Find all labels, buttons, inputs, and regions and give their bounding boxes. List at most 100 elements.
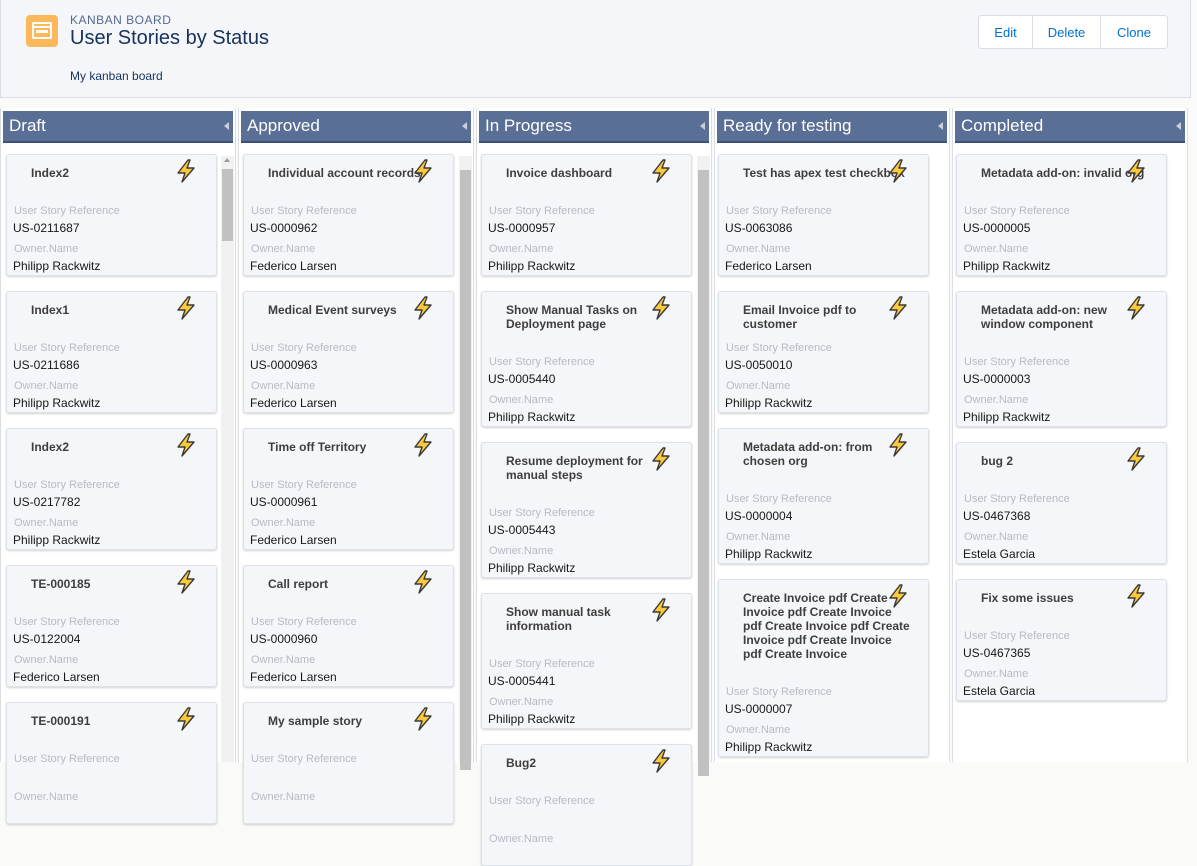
story-card[interactable]: Metadata add-on: new window component Use… [956,291,1167,427]
story-card[interactable]: Index2 User Story Reference US-0217782 Owne… [6,428,217,550]
lightning-bolt-icon[interactable] [1123,158,1149,184]
column-scrollbar[interactable] [459,156,472,770]
collapse-arrow-icon[interactable] [224,122,229,130]
column-approved: Approved Individual account records User S… [238,108,474,824]
lightning-bolt-icon[interactable] [173,158,199,184]
collapse-arrow-icon[interactable] [1176,122,1181,130]
lightning-bolt-icon[interactable] [1123,295,1149,321]
reference-label: User Story Reference [14,616,120,628]
owner-label: Owner.Name [964,668,1029,680]
story-card[interactable]: Call report User Story Reference US-000096… [243,565,454,687]
column-header[interactable]: Draft [3,111,233,143]
column-scrollbar[interactable] [221,156,234,762]
story-card[interactable]: Invoice dashboard User Story Reference US-… [481,154,692,276]
story-card[interactable]: Metadata add-on: invalid org User Story R… [956,154,1167,276]
delete-button[interactable]: Delete [1033,16,1101,48]
story-card[interactable]: Show manual task information User Story R… [481,593,692,729]
lightning-bolt-icon[interactable] [1123,583,1149,609]
column-header[interactable]: In Progress [479,111,709,143]
story-card[interactable]: Show Manual Tasks on Deployment page User… [481,291,692,427]
column-header[interactable]: Approved [241,111,471,143]
owner-value: Federico Larsen [250,259,337,273]
reference-label: User Story Reference [251,479,357,491]
story-card[interactable]: Index1 User Story Reference US-0211686 Owne… [6,291,217,413]
reference-value: US-0217782 [13,495,81,509]
owner-value: Federico Larsen [250,396,337,410]
lightning-bolt-icon[interactable] [410,432,436,458]
lightning-bolt-icon[interactable] [173,706,199,732]
reference-value: US-0467368 [963,509,1031,523]
story-card[interactable]: Individual account records User Story Ref… [243,154,454,276]
story-card[interactable]: Medical Event surveys User Story Referenc… [243,291,454,413]
scrollbar-thumb[interactable] [460,170,471,770]
owner-label: Owner.Name [489,243,554,255]
owner-value: Philipp Rackwitz [488,259,576,273]
lightning-bolt-icon[interactable] [410,569,436,595]
lightning-bolt-icon[interactable] [173,569,199,595]
story-card[interactable]: TE-000185 User Story Reference US-0122004 O… [6,565,217,687]
lightning-bolt-icon[interactable] [410,158,436,184]
story-card[interactable]: TE-000191 User Story Reference Owner.Name [6,702,217,824]
story-card[interactable]: Time off Territory User Story Reference US… [243,428,454,550]
column-scrollbar[interactable] [697,156,710,776]
collapse-arrow-icon[interactable] [938,122,943,130]
reference-value: US-0050010 [725,358,793,372]
owner-label: Owner.Name [14,243,79,255]
lightning-bolt-icon[interactable] [410,706,436,732]
reference-value: US-0000004 [725,509,793,523]
reference-value: US-0000007 [725,702,793,716]
column-header[interactable]: Completed [955,111,1185,143]
lightning-bolt-icon[interactable] [173,295,199,321]
story-card[interactable]: Email Invoice pdf to customer User Story … [718,291,929,413]
edit-button[interactable]: Edit [979,16,1033,48]
reference-value: US-0122004 [13,632,81,646]
page-header: KANBAN BOARD User Stories by Status My k… [0,0,1191,98]
column-header[interactable]: Ready for testing [717,111,947,143]
owner-label: Owner.Name [14,654,79,666]
reference-label: User Story Reference [14,205,120,217]
kanban-board-icon [26,15,58,47]
story-card[interactable]: Index2 User Story Reference US-0211687 Owne… [6,154,217,276]
column-in-progress: In Progress Invoice dashboard User Story R… [476,108,712,866]
reference-label: User Story Reference [489,507,595,519]
lightning-bolt-icon[interactable] [885,295,911,321]
lightning-bolt-icon[interactable] [885,583,911,609]
lightning-bolt-icon[interactable] [173,432,199,458]
scroll-up-arrow-icon[interactable] [224,158,230,162]
reference-label: User Story Reference [964,493,1070,505]
lightning-bolt-icon[interactable] [648,446,674,472]
reference-label: User Story Reference [726,686,832,698]
lightning-bolt-icon[interactable] [648,295,674,321]
reference-value: US-0005443 [488,523,556,537]
reference-value: US-0000963 [250,358,318,372]
story-card[interactable]: Create Invoice pdf Create Invoice pdf Cr… [718,579,929,757]
lightning-bolt-icon[interactable] [648,597,674,623]
lightning-bolt-icon[interactable] [648,158,674,184]
column-completed: Completed Metadata add-on: invalid org Use… [952,108,1188,762]
reference-label: User Story Reference [251,753,357,765]
clone-button[interactable]: Clone [1101,16,1167,48]
story-card[interactable]: Resume deployment for manual steps User S… [481,442,692,578]
scrollbar-thumb[interactable] [698,170,709,776]
reference-label: User Story Reference [251,205,357,217]
collapse-arrow-icon[interactable] [700,122,705,130]
lightning-bolt-icon[interactable] [885,432,911,458]
story-card[interactable]: Bug2 User Story Reference Owner.Name [481,744,692,866]
lightning-bolt-icon[interactable] [885,158,911,184]
reference-value: US-0005440 [488,372,556,386]
story-card[interactable]: bug 2 User Story Reference US-0467368 Owner… [956,442,1167,564]
story-card[interactable]: My sample story User Story Reference Owner… [243,702,454,824]
reference-value: US-0000960 [250,632,318,646]
story-card[interactable]: Fix some issues User Story Reference US-04… [956,579,1167,701]
scrollbar-thumb[interactable] [222,169,233,241]
reference-value: US-0211686 [13,358,80,372]
reference-label: User Story Reference [726,342,832,354]
story-card[interactable]: Test has apex test checkbox User Story Re… [718,154,929,276]
lightning-bolt-icon[interactable] [410,295,436,321]
collapse-arrow-icon[interactable] [462,122,467,130]
reference-label: User Story Reference [726,493,832,505]
lightning-bolt-icon[interactable] [648,748,674,774]
lightning-bolt-icon[interactable] [1123,446,1149,472]
story-card[interactable]: Metadata add-on: from chosen org User Sto… [718,428,929,564]
owner-label: Owner.Name [964,394,1029,406]
